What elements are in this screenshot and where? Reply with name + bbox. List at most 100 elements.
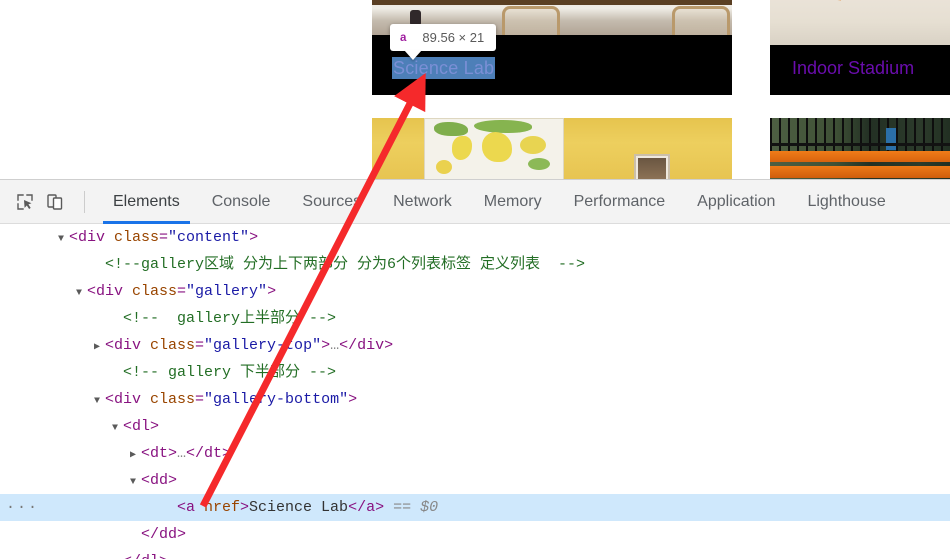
tab-console[interactable]: Console [196,180,287,224]
dom-line[interactable]: <!-- gallery上半部分 --> [0,305,950,332]
device-toolbar-icon[interactable] [40,187,70,217]
dom-token-av: "gallery-bottom" [204,391,349,408]
expand-triangle-none-icon [112,361,123,388]
expand-triangle-none-icon [94,253,105,280]
tab-network[interactable]: Network [377,180,468,224]
expand-triangle-closed-icon[interactable] [94,334,105,361]
devtools-panel: Elements Console Sources Network Memory … [0,179,950,559]
expand-triangle-none-icon [130,523,141,550]
bench-photo-blue-detail [886,128,896,150]
wall-frame [634,154,670,180]
tab-sources[interactable]: Sources [286,180,377,224]
dom-token-cm: <!-- gallery上半部分 --> [123,310,337,327]
tab-memory[interactable]: Memory [468,180,558,224]
tab-elements-label: Elements [113,192,180,210]
gallery-card-classroom-map[interactable] [372,118,732,180]
dom-token-rf: == $0 [384,499,439,516]
dom-token-tg: > [321,337,331,354]
dom-overflow-dots-icon[interactable]: ··· [6,494,39,521]
tab-network-label: Network [393,192,452,210]
expand-triangle-closed-icon[interactable] [130,442,141,469]
expand-triangle-open-icon[interactable] [76,280,87,307]
tab-lighthouse[interactable]: Lighthouse [791,180,901,224]
dom-token-tg: = [195,391,205,408]
tab-performance[interactable]: Performance [558,180,682,224]
tab-application-label: Application [697,192,776,210]
dom-token-tg: = [177,283,187,300]
dom-token-tg: > [348,391,358,408]
science-lab-link-text[interactable]: Science Lab [392,57,496,79]
dom-line[interactable]: <div class="content"> [0,224,950,251]
map-landmass-3 [452,136,472,160]
tab-performance-label: Performance [573,192,666,210]
dom-token-tg: <a [177,499,205,516]
dom-token-tg: </dd> [141,526,187,543]
expand-triangle-open-icon[interactable] [112,415,123,442]
dom-token-av: "gallery" [186,283,268,300]
toolbar-divider [84,190,85,213]
dom-token-tg: > [249,229,259,246]
dom-line[interactable]: <!--gallery区域 分为上下两部分 分为6个列表标签 定义列表 --> [0,251,950,278]
dom-token-tg: </dl> [123,553,168,559]
dom-token-tg: </div> [339,337,394,354]
dom-line[interactable]: <dd> [0,467,950,494]
tab-lighthouse-label: Lighthouse [807,192,886,210]
dom-token-tg: <div [105,391,151,408]
inspect-element-icon[interactable] [10,187,40,217]
dom-line[interactable]: <dt>…</dt> [0,440,950,467]
dom-token-at: class [150,391,196,408]
expand-triangle-open-icon[interactable] [130,469,141,496]
dom-token-tg: = [159,229,169,246]
photo-detail-chair-left [502,6,560,35]
expand-triangle-none-icon [112,307,123,334]
expand-triangle-none-icon [166,496,177,523]
dom-token-cm: <!-- gallery 下半部分 --> [123,364,337,381]
expand-triangle-open-icon[interactable] [58,226,69,253]
dom-token-tg: <div [69,229,115,246]
tab-memory-label: Memory [483,192,542,210]
dom-token-at: class [132,283,178,300]
map-landmass-1 [434,122,468,136]
science-lab-caption: Science Lab [392,57,496,79]
tab-application[interactable]: Application [681,180,791,224]
dom-line-selected[interactable]: ··· <a href>Science Lab</a> == $0 [0,494,950,521]
gallery-card-indoor-stadium[interactable]: Indoor Stadium [770,0,950,95]
map-landmass-5 [520,136,546,154]
dom-line[interactable]: <div class="gallery-bottom"> [0,386,950,413]
dom-token-tg: <dt> [141,445,178,462]
indoor-stadium-photo [770,0,950,45]
bench-photo-crossbar [770,143,950,146]
highlight-dimensions: 89.56 × 21 [422,30,485,45]
dom-token-tg: </a> [348,499,385,516]
photo-detail-desk-edge [372,0,732,5]
dom-line[interactable]: <!-- gallery 下半部分 --> [0,359,950,386]
dom-token-av: "content" [168,229,250,246]
dom-token-av: "gallery-top" [204,337,322,354]
map-landmass-7 [436,160,452,174]
screenshot-root: Science Lab Indoor Stadium a 89.56 × 21 … [0,0,950,559]
dom-token-tg: </dt> [186,445,232,462]
dom-token-tg: <dl> [123,418,160,435]
expand-triangle-open-icon[interactable] [94,388,105,415]
tooltip-pointer-icon [404,50,422,60]
dom-token-tg: <div [87,283,133,300]
dom-token-at: href [204,499,241,516]
dom-token-at: class [114,229,160,246]
dom-token-tx: Science Lab [249,499,349,516]
indoor-stadium-caption[interactable]: Indoor Stadium [792,58,914,79]
dom-line[interactable]: </dl> [0,548,950,559]
gallery-card-outdoor-bench[interactable] [770,118,950,180]
dom-line[interactable]: </dd> [0,521,950,548]
expand-triangle-none-icon [112,550,123,559]
dom-token-at: class [150,337,196,354]
tab-elements[interactable]: Elements [97,180,196,224]
photo-detail-chair-right [672,6,730,35]
dom-line[interactable]: <div class="gallery-top">…</div> [0,332,950,359]
devtools-toolbar: Elements Console Sources Network Memory … [0,180,950,224]
dom-token-tg: > [240,499,250,516]
dom-line[interactable]: <dl> [0,413,950,440]
dom-tree[interactable]: <div class="content"><!--gallery区域 分为上下两… [0,224,950,559]
element-highlight-tooltip: a 89.56 × 21 [390,24,497,60]
bench-photo-bench-top [770,151,950,162]
dom-line[interactable]: <div class="gallery"> [0,278,950,305]
